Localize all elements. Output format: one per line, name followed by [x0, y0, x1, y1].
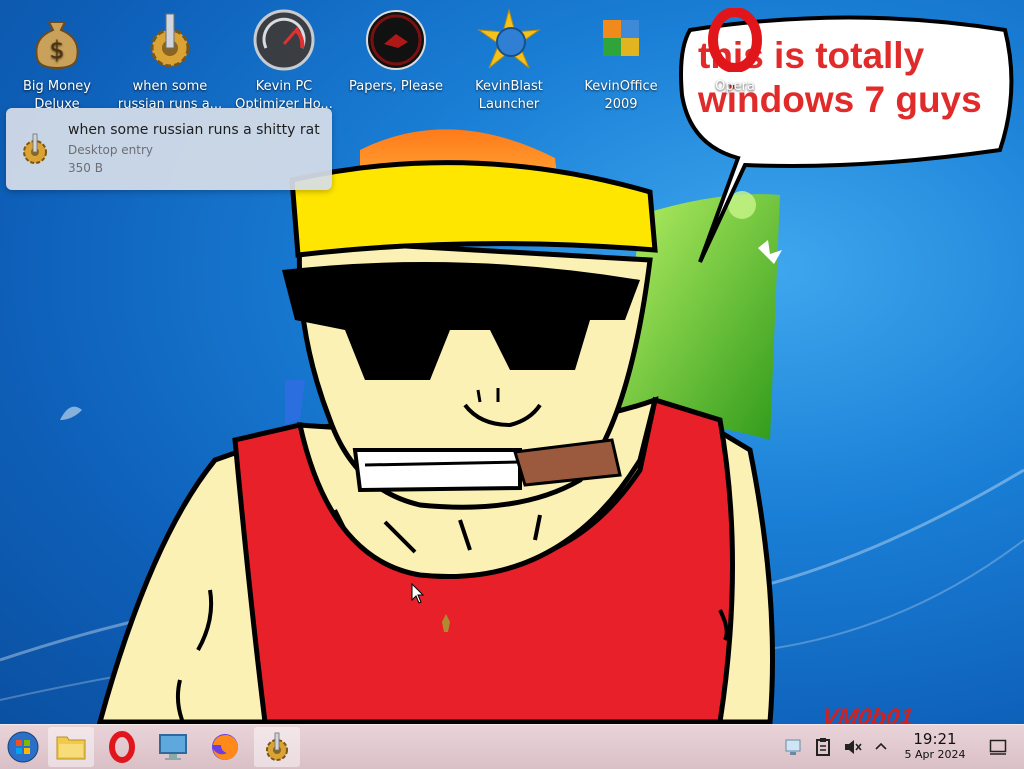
chevron-up-icon: [875, 742, 887, 750]
desktop-icon-label: KevinOffice 2009: [584, 79, 658, 112]
taskbar-system-monitor[interactable]: [150, 727, 196, 767]
svg-text:$: $: [49, 36, 64, 64]
gear-icon: [266, 732, 288, 761]
teeth: [352, 448, 522, 493]
clock-date: 5 Apr 2024: [904, 748, 966, 761]
show-desktop-icon: [989, 739, 1007, 755]
taskbar-file-manager[interactable]: [48, 727, 94, 767]
tooltip-title: when some russian runs a shitty rat: [68, 122, 320, 138]
gear-icon: [23, 133, 47, 164]
desktop-icon-label: KevinBlast Launcher: [475, 79, 543, 112]
tooltip-type: Desktop entry: [68, 143, 154, 157]
windows-orb-icon: [7, 731, 39, 763]
gear-icon: [150, 13, 190, 68]
tray-clipboard[interactable]: [812, 725, 834, 769]
desktop-icon-big-money-deluxe[interactable]: $ Big Money Deluxe: [2, 8, 112, 114]
clock[interactable]: 19:21 5 Apr 2024: [896, 730, 974, 762]
desktop-icon-kevinoffice-2009[interactable]: KevinOffice 2009: [566, 8, 676, 114]
office-icon: [603, 20, 639, 56]
volume-muted-icon: [845, 740, 862, 754]
start-button[interactable]: [0, 727, 46, 767]
star-globe-icon: [477, 8, 541, 69]
desktop-icon-papers-please[interactable]: Papers, Please: [341, 8, 451, 96]
mouse-cursor-icon: [411, 583, 425, 604]
speedometer-icon: [253, 9, 315, 71]
taskbar-opera[interactable]: [99, 727, 145, 767]
show-desktop-button[interactable]: [986, 725, 1010, 769]
tooltip-size: 350 B: [68, 161, 103, 175]
opera-icon: [708, 8, 762, 72]
clock-time: 19:21: [913, 730, 957, 748]
headband: [289, 160, 658, 258]
papers-please-icon: [366, 10, 426, 70]
clipboard-icon: [816, 738, 830, 756]
file-tooltip: when some russian runs a shitty rat Desk…: [6, 108, 332, 190]
monitor-icon: [159, 734, 187, 760]
desktop-icon-kevinblast-launcher[interactable]: KevinBlast Launcher: [454, 8, 564, 114]
folder-icon: [56, 736, 86, 760]
opera-icon: [109, 731, 135, 763]
desktop-icon-label: Opera: [715, 79, 755, 94]
money-bag-icon: $: [35, 21, 79, 70]
firefox-icon: [212, 734, 238, 760]
tray-expand[interactable]: [872, 725, 890, 769]
desktop-icon-kevin-pc-optimizer[interactable]: Kevin PC Optimizer Ho...: [229, 8, 339, 114]
taskbar-russian-rat[interactable]: [254, 727, 300, 767]
tray-volume[interactable]: [842, 725, 864, 769]
taskbar-firefox[interactable]: [202, 727, 248, 767]
desktop-icon-label: Papers, Please: [348, 79, 444, 94]
tray-network[interactable]: [782, 725, 804, 769]
taskbar: 19:21 5 Apr 2024: [0, 724, 1024, 769]
desktop-icon-opera[interactable]: Opera: [680, 8, 790, 96]
network-icon: [785, 739, 801, 755]
desktop-icon-russian-rat[interactable]: when some russian runs a...: [115, 8, 225, 114]
